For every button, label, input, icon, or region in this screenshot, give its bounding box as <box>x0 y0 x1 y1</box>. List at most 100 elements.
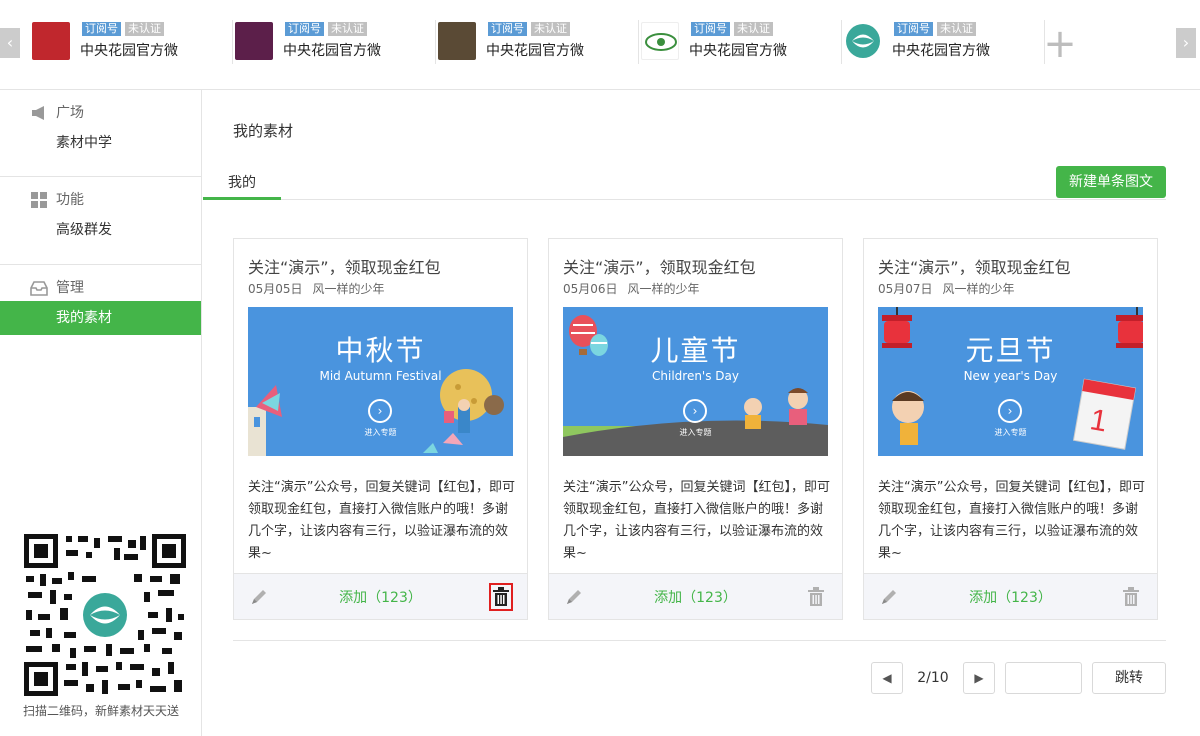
sidebar-item-material-school[interactable]: 素材中学 <box>0 126 201 160</box>
account-type-badge: 订阅号 <box>691 22 730 36</box>
cover-subtitle: New year's Day <box>963 369 1058 383</box>
megaphone-icon <box>30 104 48 122</box>
delete-button[interactable] <box>1119 583 1143 611</box>
account-logo <box>641 22 679 60</box>
verify-status-badge: 未认证 <box>937 22 976 36</box>
main-content: 我的素材 我的 新建单条图文 关注“演示”，领取现金红包 05月05日 风一样的少… <box>203 90 1200 736</box>
account-type-badge: 订阅号 <box>82 22 121 36</box>
cover-go-icon: › <box>683 399 707 423</box>
card-description: 关注“演示”公众号，回复关键词【红包】，即可领取现金红包，直接打入微信账户的哦！… <box>878 480 1145 561</box>
account-item[interactable]: 订阅号 未认证 中央花园官方微 <box>233 0 436 90</box>
card-date: 05月05日 <box>248 282 303 296</box>
delete-button[interactable] <box>489 583 513 611</box>
add-button[interactable]: 添加（123） <box>234 587 527 607</box>
card-cover-image[interactable]: 儿童节 Children's Day › 进入专题 <box>563 307 828 456</box>
sidebar-item-mass-send[interactable]: 高级群发 <box>0 213 201 247</box>
cover-title: 儿童节 <box>650 334 741 367</box>
account-name: 中央花园官方微 <box>689 43 787 59</box>
card-description: 关注“演示”公众号，回复关键词【红包】，即可领取现金红包，直接打入微信账户的哦！… <box>563 480 830 561</box>
sidebar-group-title: 管理 <box>56 280 84 296</box>
material-card: 关注“演示”，领取现金红包 05月07日 风一样的少年 1 元旦节 New yea… <box>863 238 1158 620</box>
page-title: 我的素材 <box>233 122 294 140</box>
account-logo <box>235 22 273 60</box>
triangle-right-icon: ▶ <box>974 671 984 685</box>
material-card: 关注“演示”，领取现金红包 05月06日 风一样的少年 儿童节 Children'… <box>548 238 843 620</box>
sidebar-group-title: 广场 <box>56 105 84 121</box>
account-list: 订阅号 未认证 中央花园官方微 订阅号 未认证 中央花园官方微 订阅号 未认证 … <box>30 0 1045 90</box>
add-button[interactable]: 添加（123） <box>864 587 1157 607</box>
card-cover-image[interactable]: 1 元旦节 New year's Day › 进入专题 <box>878 307 1143 456</box>
card-footer: 添加（123） <box>234 573 527 619</box>
card-date: 05月07日 <box>878 282 933 296</box>
pagination: ◀ 2/10 ▶ 跳转 <box>871 662 1166 694</box>
sidebar-group-plaza: 广场 素材中学 <box>0 90 201 177</box>
triangle-left-icon: ◀ <box>882 671 892 685</box>
page-jump-input[interactable] <box>1005 662 1082 694</box>
prev-accounts-button[interactable]: ‹ <box>0 28 20 58</box>
verify-status-badge: 未认证 <box>531 22 570 36</box>
cover-subtitle: Children's Day <box>652 369 739 383</box>
account-item[interactable]: 订阅号 未认证 中央花园官方微 <box>436 0 639 90</box>
card-cover-image[interactable]: 中秋节 Mid Autumn Festival › 进入专题 <box>248 307 513 456</box>
account-item[interactable]: 订阅号 未认证 中央花园官方微 <box>30 0 233 90</box>
new-article-button[interactable]: 新建单条图文 <box>1056 166 1166 198</box>
account-name: 中央花园官方微 <box>283 43 381 59</box>
cover-go-icon: › <box>368 399 392 423</box>
card-meta: 05月05日 风一样的少年 <box>248 280 385 297</box>
inbox-icon <box>30 279 48 297</box>
card-footer: 添加（123） <box>549 573 842 619</box>
account-name: 中央花园官方微 <box>892 43 990 59</box>
sidebar: 广场 素材中学 功能 高级群发 管理 我的素材 扫描二维码，新鲜素材天天送 <box>0 90 202 736</box>
add-account-button[interactable]: + <box>1040 24 1080 64</box>
card-title: 关注“演示”，领取现金红包 <box>878 258 1071 277</box>
cover-enter-label: 进入专题 <box>994 428 1027 437</box>
cover-enter-label: 进入专题 <box>679 428 712 437</box>
sidebar-item-my-materials[interactable]: 我的素材 <box>0 301 201 335</box>
account-item[interactable]: 订阅号 未认证 中央花园官方微 <box>639 0 842 90</box>
card-date: 05月06日 <box>563 282 618 296</box>
account-logo <box>32 22 70 60</box>
qr-caption: 扫描二维码，新鲜素材天天送 <box>22 704 179 718</box>
trash-icon <box>808 587 824 606</box>
cover-title: 中秋节 <box>335 334 426 367</box>
account-type-badge: 订阅号 <box>285 22 324 36</box>
tab-bar: 我的 新建单条图文 <box>203 160 1166 200</box>
jump-button[interactable]: 跳转 <box>1092 662 1166 694</box>
card-title: 关注“演示”，领取现金红包 <box>248 258 441 277</box>
account-type-badge: 订阅号 <box>894 22 933 36</box>
plus-icon: + <box>1043 21 1077 67</box>
delete-button[interactable] <box>804 583 828 611</box>
account-name: 中央花园官方微 <box>80 43 178 59</box>
card-footer: 添加（123） <box>864 573 1157 619</box>
trash-icon <box>1123 587 1139 606</box>
card-meta: 05月06日 风一样的少年 <box>563 280 700 297</box>
cover-enter-label: 进入专题 <box>364 428 397 437</box>
qr-code <box>24 534 186 696</box>
next-accounts-button[interactable]: › <box>1176 28 1196 58</box>
account-logo <box>438 22 476 60</box>
verify-status-badge: 未认证 <box>734 22 773 36</box>
cover-go-icon: › <box>998 399 1022 423</box>
material-card: 关注“演示”，领取现金红包 05月05日 风一样的少年 中秋节 Mid Autum… <box>233 238 528 620</box>
divider <box>233 640 1166 641</box>
verify-status-badge: 未认证 <box>328 22 367 36</box>
page-indicator: 2/10 <box>917 670 949 686</box>
sidebar-group-functions: 功能 高级群发 <box>0 177 201 265</box>
tab-mine[interactable]: 我的 <box>203 172 281 200</box>
next-page-button[interactable]: ▶ <box>963 662 995 694</box>
card-title: 关注“演示”，领取现金红包 <box>563 258 756 277</box>
account-item[interactable]: 订阅号 未认证 中央花园官方微 <box>842 0 1045 90</box>
verify-status-badge: 未认证 <box>125 22 164 36</box>
card-description: 关注“演示”公众号，回复关键词【红包】，即可领取现金红包，直接打入微信账户的哦！… <box>248 480 515 561</box>
grid-icon <box>30 191 48 209</box>
account-name: 中央花园官方微 <box>486 43 584 59</box>
add-button[interactable]: 添加（123） <box>549 587 842 607</box>
sidebar-group-manage: 管理 我的素材 <box>0 265 201 335</box>
account-bar: ‹ 订阅号 未认证 中央花园官方微 订阅号 未认证 中央花园官方微 订阅号 未认… <box>0 0 1200 90</box>
account-type-badge: 订阅号 <box>488 22 527 36</box>
prev-page-button[interactable]: ◀ <box>871 662 903 694</box>
chevron-left-icon: ‹ <box>6 33 14 52</box>
card-author: 风一样的少年 <box>312 282 385 296</box>
account-logo <box>844 22 882 60</box>
card-author: 风一样的少年 <box>942 282 1015 296</box>
